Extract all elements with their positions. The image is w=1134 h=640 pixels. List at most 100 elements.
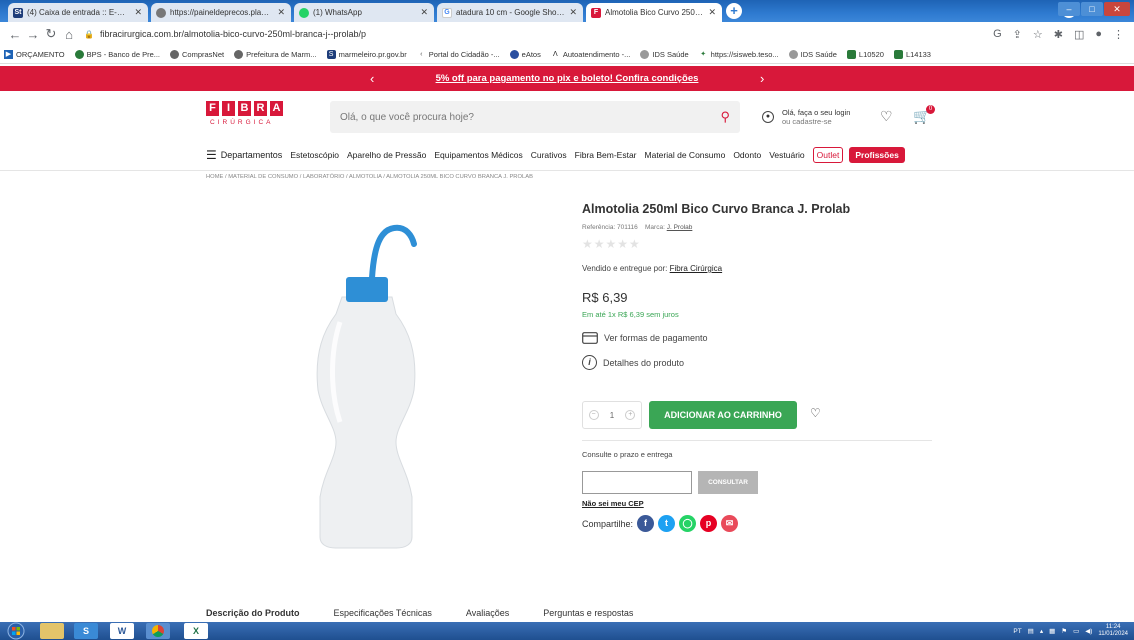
flag-icon[interactable]: ⚑ [1061,627,1067,635]
promo-link[interactable]: 5% off para pagamento no pix e boleto! C… [436,73,699,84]
browser-tab-google-shopping[interactable]: G atadura 10 cm - Google Shoppi ✕ [437,3,583,22]
tab-reviews[interactable]: Avaliações [466,608,509,618]
close-tab-icon[interactable]: ✕ [277,7,285,18]
email-icon[interactable]: ✉ [721,515,739,532]
nav-item-aparelho-pressao[interactable]: Aparelho de Pressão [347,150,426,160]
tray-arrow-icon[interactable]: ▴ [1040,627,1043,635]
add-to-cart-button[interactable]: ADICIONAR AO CARRINHO [649,401,797,429]
chevron-left-icon[interactable]: ‹ [370,71,374,86]
add-to-wishlist-heart-icon[interactable]: ♡ [810,406,821,420]
bookmark-star-icon[interactable]: ☆ [1033,28,1043,41]
nav-item-material-consumo[interactable]: Material de Consumo [645,150,726,160]
bookmark-eatos[interactable]: eAtos [509,50,541,59]
bookmark-portal-cidadao[interactable]: ‹ Portal do Cidadão -... [416,50,500,59]
url-field[interactable]: 🔒 fibracirurgica.com.br/almotolia-bico-c… [78,24,993,44]
keyboard-icon[interactable]: ▤ [1028,627,1034,635]
browser-tab-paineldeprecos[interactable]: https://paineldeprecos.planejam ✕ [151,3,291,22]
product-reference: Referência: 701116 Marca: J. Prolab [582,224,693,231]
chrome-icon[interactable] [146,623,170,639]
seller-link[interactable]: Fibra Cirúrgica [670,264,722,273]
nav-item-estetoscopio[interactable]: Estetoscópio [290,150,339,160]
back-icon[interactable]: ← [6,27,24,42]
cep-input[interactable] [582,471,692,494]
tab-description[interactable]: Descrição do Produto [206,608,300,618]
file-explorer-icon[interactable] [40,623,64,639]
windows-start-icon [7,622,25,640]
search-icon[interactable]: ⚲ [720,109,730,125]
volume-icon[interactable]: ◀) [1085,627,1092,635]
fibra-logo[interactable]: F I B R A CIRÚRGICA [206,101,283,126]
bookmark-ids-saude[interactable]: IDS Saúde [640,50,689,59]
brand-link[interactable]: J. Prolab [667,224,693,231]
home-icon[interactable]: ⌂ [60,27,78,42]
close-tab-icon[interactable]: ✕ [420,7,428,18]
browser-tab-email[interactable]: St (4) Caixa de entrada :: E-mail - m ✕ [8,3,148,22]
departments-menu[interactable]: ☰ Departamentos [206,148,282,162]
login-link[interactable]: ● Olá, faça o seu login ou cadastre-se [762,108,850,126]
chevron-right-icon[interactable]: › [760,71,764,86]
new-tab-button[interactable]: + [726,3,742,19]
maximize-button[interactable]: □ [1081,2,1103,16]
twitter-icon[interactable]: t [658,515,676,532]
google-lens-icon[interactable]: G [993,28,1002,41]
bookmark-l14133[interactable]: L14133 [893,50,931,59]
forward-icon[interactable]: → [24,27,42,42]
bookmark-bps[interactable]: BPS - Banco de Pre... [74,50,160,59]
wishlist-heart-icon[interactable]: ♡ [880,108,893,125]
network-icon[interactable]: ▦ [1049,627,1055,635]
breadcrumb[interactable]: HOME / MATERIAL DE CONSUMO / LABORATÓRIO… [206,174,533,180]
browser-tab-whatsapp[interactable]: (1) WhatsApp ✕ [294,3,434,22]
monitor-icon[interactable]: ▭ [1073,627,1079,635]
product-image[interactable] [296,222,446,555]
nav-item-bem-estar[interactable]: Fibra Bem-Estar [575,150,637,160]
skype-icon[interactable]: S [74,623,98,639]
nav-item-curativos[interactable]: Curativos [531,150,567,160]
word-icon[interactable]: W [110,623,134,639]
bookmark-prefeitura[interactable]: Prefeitura de Marm... [234,50,317,59]
tab-specifications[interactable]: Especificações Técnicas [334,608,432,618]
nav-item-vestuario[interactable]: Vestuário [769,150,804,160]
facebook-icon[interactable]: f [637,515,655,532]
browser-tab-almotolia[interactable]: F Almotolia Bico Curvo 250ml Bra ✕ [586,3,722,22]
rating-stars[interactable]: ★★★★★ [582,237,641,251]
nav-outlet-button[interactable]: Outlet [812,147,844,163]
whatsapp-icon[interactable]: ◯ [679,515,697,532]
nav-item-equipamentos[interactable]: Equipamentos Médicos [434,150,522,160]
increase-quantity-button[interactable]: + [625,410,636,420]
bookmark-ids-saude-2[interactable]: IDS Saúde [788,50,837,59]
close-tab-icon[interactable]: ✕ [134,7,142,18]
pinterest-icon[interactable]: p [700,515,718,532]
nav-profissoes-button[interactable]: Profissões [849,147,905,163]
decrease-quantity-button[interactable]: − [588,410,599,420]
product-details-link[interactable]: i Detalhes do produto [582,355,684,370]
reload-icon[interactable]: ↻ [42,26,60,42]
consult-shipping-button[interactable]: CONSULTAR [698,471,758,494]
bookmark-l10520[interactable]: L10520 [846,50,884,59]
system-clock[interactable]: 11:24 11/01/2024 [1098,624,1128,638]
tab-questions[interactable]: Perguntas e respostas [543,608,633,618]
close-window-button[interactable]: ✕ [1104,2,1130,16]
language-indicator[interactable]: PT [1013,628,1021,635]
share-icon[interactable]: ⇪ [1013,28,1022,41]
close-tab-icon[interactable]: ✕ [569,7,577,18]
excel-icon[interactable]: X [184,623,208,639]
bookmark-comprasnet[interactable]: ComprasNet [170,50,224,59]
address-bar: ← → ↻ ⌂ 🔒 fibracirurgica.com.br/almotoli… [0,22,1134,46]
no-cep-link[interactable]: Não sei meu CEP [582,499,644,508]
close-tab-icon[interactable]: ✕ [708,7,716,18]
extensions-icon[interactable]: ✱ [1054,28,1063,41]
bookmark-sisweb[interactable]: ✦ https://sisweb.teso... [698,50,779,59]
search-input[interactable]: Olá, o que você procura hoje? ⚲ [330,101,740,133]
profile-icon[interactable]: ● [1095,28,1102,41]
minimize-button[interactable]: – [1058,2,1080,16]
cart-icon[interactable]: 🛒 0 [913,105,935,125]
bookmark-marmeleiro[interactable]: Smarmeleiro.pr.gov.br [326,50,407,59]
quantity-value[interactable]: 1 [610,411,614,420]
bookmark-autoatendimento[interactable]: Λ Autoatendimento -... [550,50,630,59]
nav-item-odonto[interactable]: Odonto [733,150,761,160]
payment-methods-link[interactable]: Ver formas de pagamento [582,332,708,344]
menu-icon[interactable]: ⋮ [1113,28,1124,41]
sidepanel-icon[interactable]: ◫ [1074,28,1084,41]
whatsapp-icon [299,7,309,18]
bookmark-orcamento[interactable]: ▶ ORÇAMENTO [4,50,65,59]
